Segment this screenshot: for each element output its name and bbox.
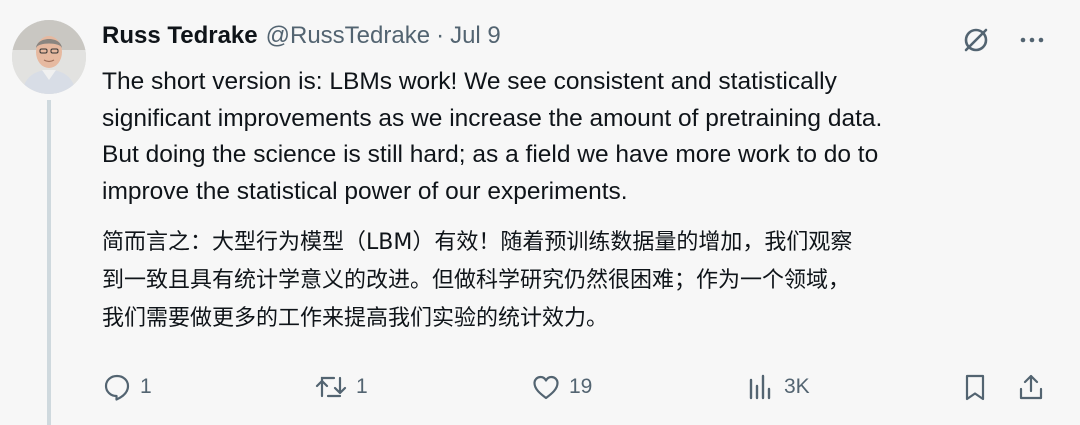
views-count: 3K	[784, 375, 810, 398]
views-button[interactable]: 3K	[746, 367, 810, 407]
bookmark-icon	[960, 372, 990, 402]
tweet-text-chinese: 简而言之：大型行为模型（LBM）有效！随着预训练数据量的增加，我们观察 到一致且…	[102, 230, 853, 331]
bookmark-button[interactable]	[960, 367, 990, 407]
retweet-icon	[314, 372, 348, 402]
views-icon	[746, 372, 776, 402]
tweet-date[interactable]: Jul 9	[450, 22, 501, 50]
tweet-text-english: The short version is: LBMs work! We see …	[102, 68, 883, 205]
retweet-button[interactable]: 1	[314, 367, 368, 407]
share-button[interactable]	[1016, 367, 1046, 407]
reply-count: 1	[140, 375, 152, 398]
avatar[interactable]	[12, 20, 86, 94]
author-name[interactable]: Russ Tedrake	[102, 22, 258, 50]
action-bar: 1 1 19 3K	[100, 367, 1050, 407]
more-icon[interactable]	[1014, 22, 1050, 58]
author-handle[interactable]: @RussTedrake	[266, 22, 430, 50]
grok-icon[interactable]	[958, 22, 994, 58]
reply-icon	[102, 372, 132, 402]
separator-dot: ·	[436, 22, 445, 49]
like-button[interactable]: 19	[531, 367, 592, 407]
tweet-content: Russ Tedrake @RussTedrake · Jul 9 The sh…	[102, 22, 1042, 338]
tweet-header: Russ Tedrake @RussTedrake · Jul 9	[102, 22, 1042, 58]
share-icon	[1016, 372, 1046, 402]
reply-button[interactable]: 1	[102, 367, 152, 407]
retweet-count: 1	[356, 375, 368, 398]
thread-line	[47, 100, 51, 425]
tweet-top-icons	[958, 22, 1050, 58]
heart-icon	[531, 372, 561, 402]
tweet: Russ Tedrake @RussTedrake · Jul 9 The sh…	[0, 0, 1080, 425]
like-count: 19	[569, 375, 593, 398]
